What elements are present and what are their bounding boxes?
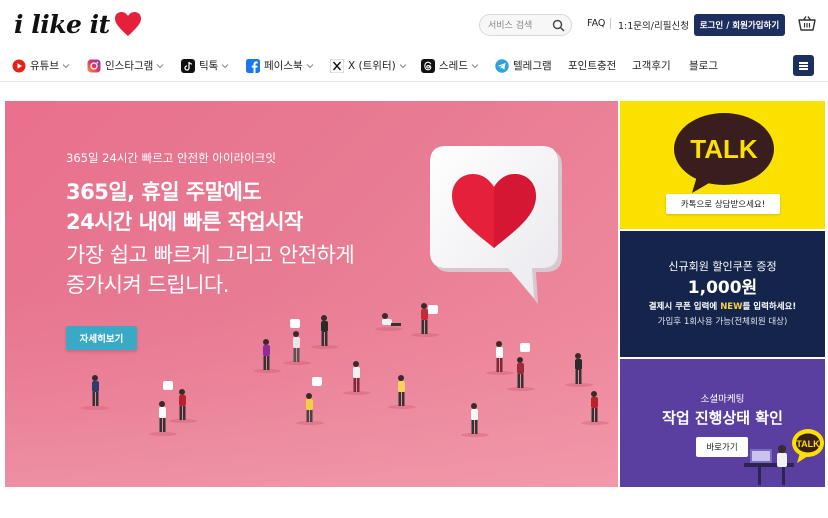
search-input[interactable] (488, 18, 554, 33)
nav-label: 고객후기 (632, 60, 671, 72)
nav-label: 스레드 (439, 60, 468, 72)
marketing-status-panel[interactable]: TALK 소셜마케팅 작업 진행상태 확인 바로가기 (620, 359, 825, 487)
chevron-down-icon (471, 63, 479, 68)
nav-label: 유튜브 (30, 60, 59, 72)
nav-item-instagram[interactable]: 인스타그램 (87, 58, 164, 73)
nav-item-telegram[interactable]: 텔레그램 (495, 58, 552, 73)
hero-subtitle-line: 증가시켜 드립니다. (66, 273, 229, 297)
chevron-down-icon (221, 63, 229, 68)
site-logo[interactable]: i like it (14, 7, 142, 41)
coupon-instruction: 결제시 쿠폰 입력에 NEW를 입력하세요! (620, 300, 825, 312)
nav-item-threads[interactable]: 스레드 (421, 58, 479, 73)
chevron-down-icon (306, 63, 313, 68)
nav-label: 틱톡 (199, 60, 219, 72)
hero-title: 365일, 휴일 주말에도 24시간 내에 빠른 작업시작 (66, 177, 303, 237)
talk-badge-text: TALK (796, 439, 820, 449)
view-details-button[interactable]: 자세히보기 (66, 326, 137, 350)
hero-subtitle: 가장 쉽고 빠르게 그리고 안전하게 증가시켜 드립니다. (66, 240, 355, 300)
kakao-consult-panel[interactable]: TALK 카톡으로 상담받으세요! (620, 101, 825, 229)
hamburger-menu-button[interactable] (793, 55, 814, 76)
chevron-down-icon (156, 63, 164, 68)
threads-icon (421, 58, 435, 73)
nav-item-x-twitter[interactable]: X (트위터) (330, 58, 407, 73)
hero-banner[interactable]: 365일 24시간 빠르고 안전한 아이라이크잇 365일, 휴일 주말에도 2… (5, 101, 618, 487)
instagram-icon (87, 59, 101, 72)
kakaotalk-bubble-icon: TALK (674, 113, 774, 193)
nav-label: 포인트충전 (568, 60, 617, 72)
telegram-icon (495, 58, 509, 73)
nav-label: 인스타그램 (105, 60, 154, 72)
nav-label: X (트위터) (348, 60, 396, 72)
hero-subtitle-line: 가장 쉽고 빠르게 그리고 안전하게 (66, 243, 355, 267)
nav-label: 페이스북 (264, 60, 303, 72)
hero-eyebrow: 365일 24시간 빠르고 안전한 아이라이크잇 (66, 151, 276, 165)
nav-item-tiktok[interactable]: 틱톡 (181, 58, 229, 73)
coupon-heading: 신규회원 할인쿠폰 증정 (668, 260, 777, 273)
coupon-amount: 1,000원 (687, 278, 758, 298)
site-header: i like it FAQ 1:1문의/리필신청 로그인 / 회원가입하기 (0, 0, 828, 50)
chevron-down-icon (399, 63, 407, 68)
menu-bar (799, 68, 808, 70)
x-icon (330, 58, 344, 73)
coupon-instruction-post: 를 입력하세요! (742, 302, 797, 312)
heart-speech-bubble-icon (430, 146, 562, 304)
search-box (479, 14, 572, 36)
coupon-instruction-pre: 결제시 쿠폰 입력에 (648, 302, 721, 312)
inquiry-link[interactable]: 1:1문의/리필신청 (618, 18, 689, 32)
heart-icon (114, 12, 141, 36)
link-separator (610, 18, 611, 29)
facebook-icon (246, 58, 260, 73)
youtube-icon (12, 59, 26, 72)
coupon-code-highlight: NEW (720, 302, 743, 312)
nav-label: 텔레그램 (513, 60, 552, 72)
nav-item-reviews[interactable]: 고객후기 (632, 58, 671, 73)
menu-bar (799, 65, 808, 67)
logo-text: i like it (14, 9, 110, 39)
search-icon[interactable] (552, 19, 565, 32)
go-now-button[interactable]: 바로가기 (696, 437, 748, 457)
login-signup-button[interactable]: 로그인 / 회원가입하기 (694, 14, 785, 36)
tiktok-icon (181, 58, 195, 73)
chevron-down-icon (62, 63, 70, 68)
marketing-title: 작업 진행상태 확인 (662, 409, 783, 427)
talk-text: TALK (690, 134, 758, 164)
coupon-note: 가입후 1회사용 가능(전체회원 대상) (657, 317, 788, 327)
menu-bar (799, 62, 808, 64)
coupon-panel[interactable]: 신규회원 할인쿠폰 증정 1,000원 결제시 쿠폰 입력에 NEW를 입력하세… (620, 231, 825, 357)
nav-item-blog[interactable]: 블로그 (689, 58, 718, 73)
office-illustration: TALK (744, 429, 824, 485)
nav-label: 블로그 (689, 60, 718, 72)
cart-icon[interactable] (798, 15, 816, 33)
nav-item-facebook[interactable]: 페이스북 (246, 58, 314, 73)
nav-item-point-charge[interactable]: 포인트충전 (568, 58, 616, 73)
kakao-consult-button[interactable]: 카톡으로 상담받으세요! (666, 194, 780, 214)
faq-link[interactable]: FAQ (587, 18, 605, 29)
hero-title-line: 365일, 휴일 주말에도 (66, 180, 262, 204)
main-nav: 유튜브 인스타그램 틱톡 페이스북 X (트위터) 스레드 텔레그램 포인트충전… (0, 50, 828, 82)
hero-title-line: 24시간 내에 빠른 작업시작 (66, 210, 303, 234)
marketing-eyebrow: 소셜마케팅 (700, 394, 745, 405)
nav-item-youtube[interactable]: 유튜브 (12, 58, 70, 73)
